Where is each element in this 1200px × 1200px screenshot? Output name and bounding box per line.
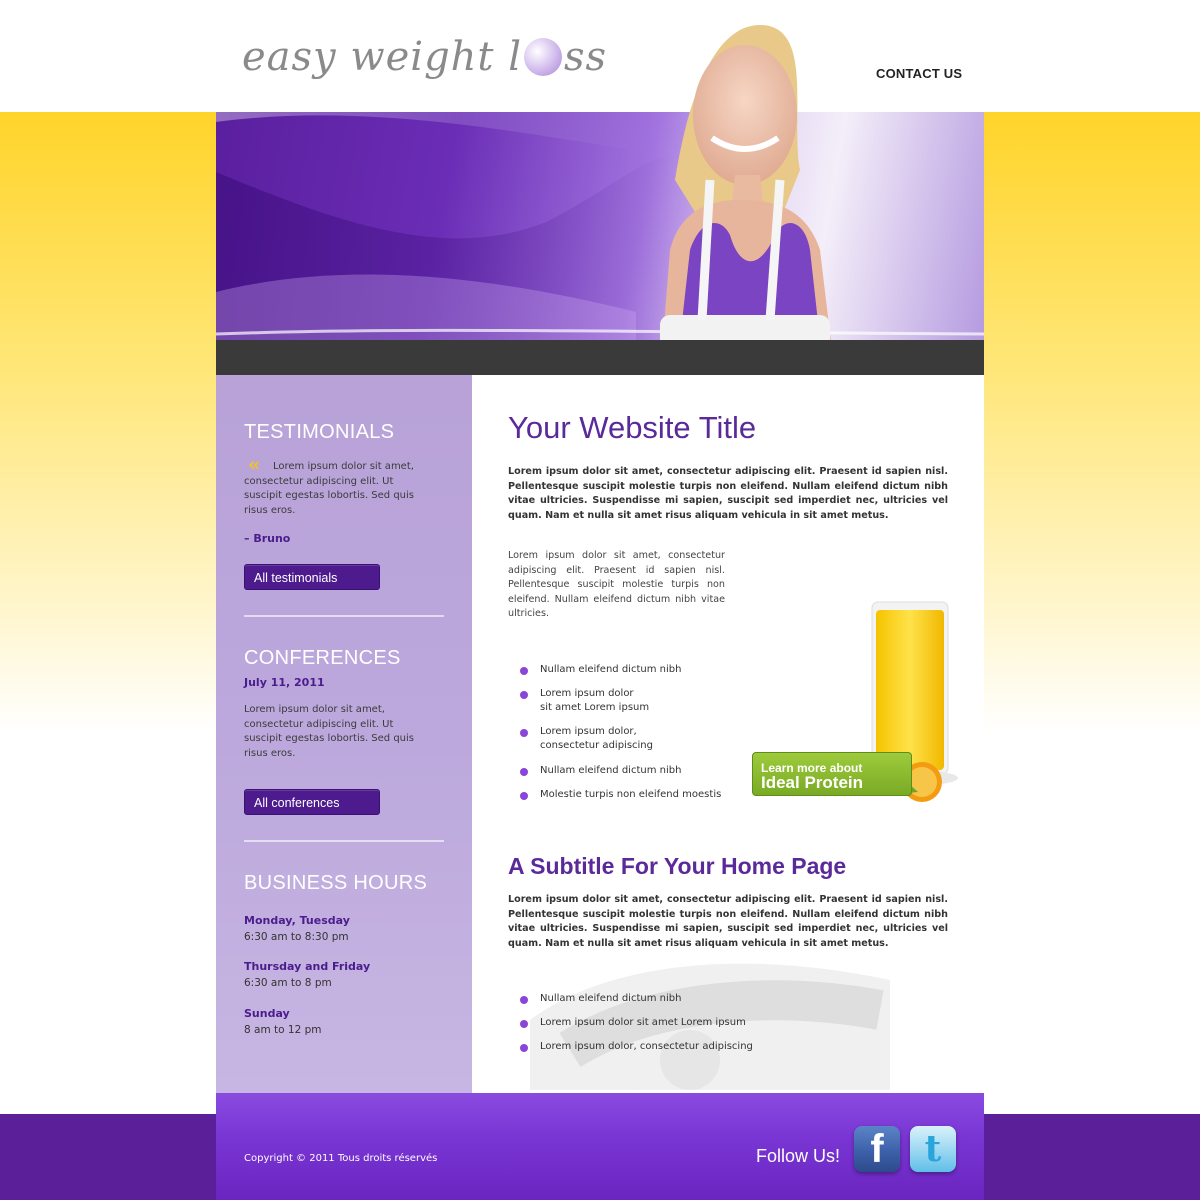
testimonials-heading: TESTIMONIALS bbox=[244, 421, 395, 443]
bullet-icon bbox=[520, 729, 528, 737]
contact-us-link[interactable]: CONTACT US bbox=[876, 66, 962, 81]
testimonial-author: – Bruno bbox=[244, 532, 291, 545]
conference-text: Lorem ipsum dolor sit amet, consectetur … bbox=[244, 704, 414, 759]
conference-date: July 11, 2011 bbox=[244, 676, 325, 689]
twitter-icon[interactable]: t bbox=[910, 1126, 956, 1172]
hours-time: 6:30 am to 8:30 pm bbox=[244, 931, 349, 943]
site-logo[interactable]: easy weight l ss bbox=[242, 34, 607, 98]
nav-item-about-us[interactable]: About Us bbox=[269, 10, 327, 25]
hours-day: Thursday and Friday bbox=[244, 960, 371, 973]
testimonial-quote: Lorem ipsum dolor sit amet, consectetur … bbox=[244, 461, 414, 516]
bullet-icon bbox=[520, 768, 528, 776]
hours-time: 6:30 am to 8 pm bbox=[244, 977, 332, 989]
bullet-icon bbox=[520, 792, 528, 800]
nav-item-services[interactable]: Services bbox=[775, 10, 829, 25]
hero-swoosh-graphic bbox=[216, 112, 984, 340]
bullet-icon bbox=[520, 996, 528, 1004]
logo-text-right: ss bbox=[564, 34, 608, 80]
bullet-icon bbox=[520, 691, 528, 699]
sidebar-divider bbox=[244, 840, 444, 842]
intro-paragraph: Lorem ipsum dolor sit amet, consectetur … bbox=[508, 466, 948, 521]
nav-item-promotions[interactable]: Promotions bbox=[566, 10, 638, 25]
page-subtitle: A Subtitle For Your Home Page bbox=[508, 853, 847, 879]
second-paragraph: Lorem ipsum dolor sit amet, consectetur … bbox=[508, 894, 948, 949]
logo-text-left: easy weight l bbox=[242, 34, 523, 80]
copyright-text: Copyright © 2011 Tous droits réservés bbox=[244, 1153, 438, 1164]
hours-time: 8 am to 12 pm bbox=[244, 1024, 322, 1036]
business-hours-heading: BUSINESS HOURS bbox=[244, 872, 428, 894]
main-navigation bbox=[216, 340, 984, 375]
sidebar-divider bbox=[244, 615, 444, 617]
learn-more-ideal-protein-button[interactable]: Learn more about Ideal Protein bbox=[752, 752, 912, 796]
logo-ball-icon bbox=[524, 38, 563, 76]
nav-item-the-method[interactable]: The Method bbox=[456, 10, 529, 25]
page-title: Your Website Title bbox=[508, 410, 757, 445]
all-conferences-button[interactable]: All conferences bbox=[244, 789, 380, 815]
hours-day: Sunday bbox=[244, 1007, 290, 1020]
hero-banner bbox=[216, 112, 984, 340]
cta-line2: Ideal Protein bbox=[761, 773, 864, 792]
facebook-icon[interactable]: f bbox=[854, 1126, 900, 1172]
secondary-paragraph: Lorem ipsum dolor sit amet, consectetur … bbox=[508, 550, 725, 619]
nav-item-products[interactable]: Products bbox=[679, 10, 735, 25]
conferences-heading: CONFERENCES bbox=[244, 647, 401, 669]
nav-item-equipment[interactable]: Equipment bbox=[865, 10, 932, 25]
hours-day: Monday, Tuesday bbox=[244, 914, 350, 927]
all-testimonials-button[interactable]: All testimonials bbox=[244, 564, 380, 590]
nav-item-the-team[interactable]: The Team bbox=[362, 10, 422, 25]
follow-us-label: Follow Us! bbox=[756, 1146, 841, 1166]
bullet-icon bbox=[520, 1044, 528, 1052]
bullet-icon bbox=[520, 1020, 528, 1028]
bullet-icon bbox=[520, 667, 528, 675]
